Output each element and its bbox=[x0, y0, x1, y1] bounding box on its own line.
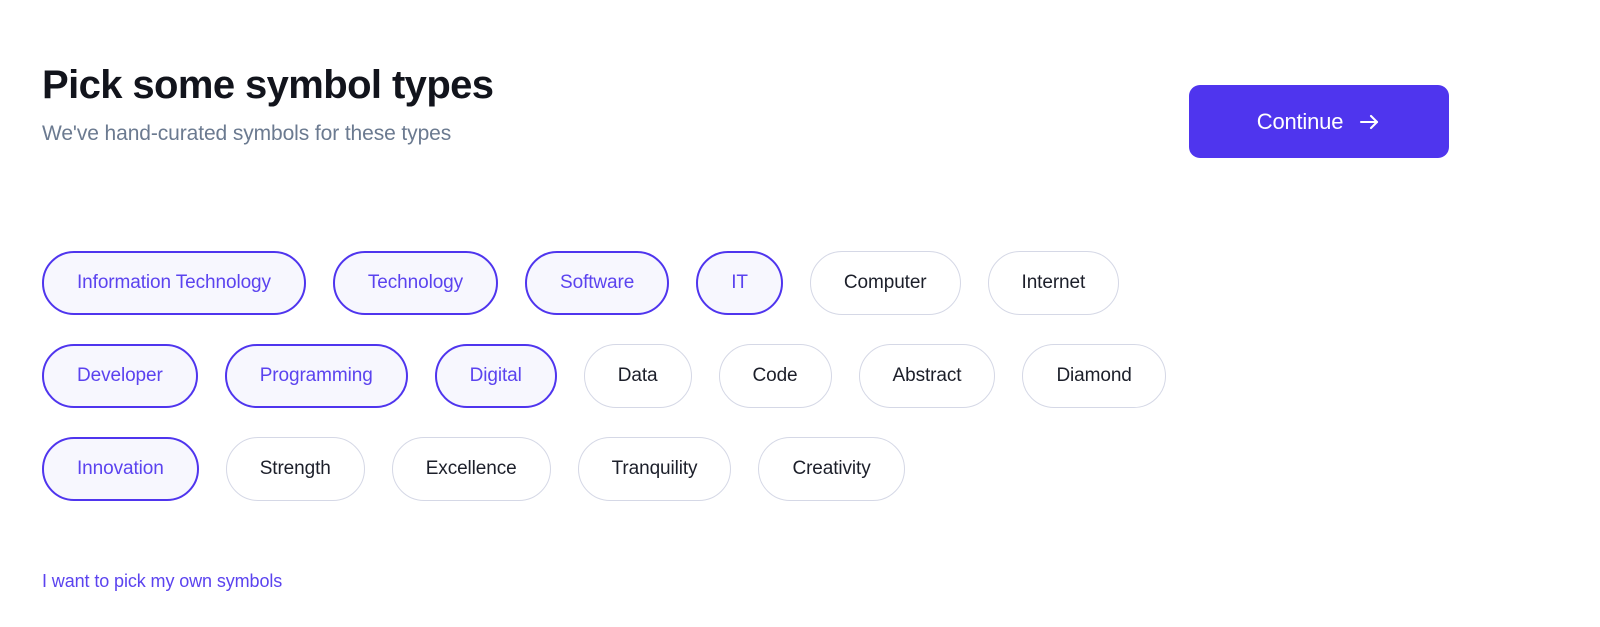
chip-row: Developer Programming Digital Data Code Abstr… bbox=[42, 344, 1562, 408]
chip-row: Information Technology Technology Software… bbox=[42, 251, 1562, 315]
symbol-type-chip[interactable]: Innovation bbox=[42, 437, 199, 501]
symbol-type-chip[interactable]: Programming bbox=[224, 344, 408, 408]
symbol-type-chip[interactable]: Internet bbox=[987, 251, 1120, 315]
continue-button-label: Continue bbox=[1256, 108, 1344, 134]
symbol-type-chip[interactable]: Digital bbox=[434, 344, 557, 408]
symbol-type-chip[interactable]: Excellence bbox=[391, 437, 551, 501]
symbol-type-chip[interactable]: Code bbox=[718, 344, 832, 408]
symbol-type-chip[interactable]: Information Technology bbox=[42, 251, 306, 315]
symbol-type-chip[interactable]: IT bbox=[696, 251, 783, 315]
continue-button[interactable]: Continue bbox=[1189, 85, 1449, 158]
symbol-type-chip[interactable]: Developer bbox=[42, 344, 198, 408]
pick-own-symbols-link[interactable]: I want to pick my own symbols bbox=[42, 571, 282, 592]
symbol-type-chip-list: Information Technology Technology Software… bbox=[42, 251, 1562, 501]
symbol-type-chip[interactable]: Diamond bbox=[1022, 344, 1166, 408]
symbol-type-chip[interactable]: Creativity bbox=[758, 437, 905, 501]
symbol-type-chip[interactable]: Strength bbox=[225, 437, 365, 501]
symbol-type-chip[interactable]: Software bbox=[525, 251, 670, 315]
symbol-type-chip[interactable]: Computer bbox=[809, 251, 961, 315]
symbol-type-chip[interactable]: Technology bbox=[332, 251, 499, 315]
symbol-type-chip[interactable]: Data bbox=[583, 344, 692, 408]
symbol-type-picker-page: Pick some symbol types We've hand-curate… bbox=[0, 0, 1600, 627]
arrow-right-icon bbox=[1357, 110, 1381, 134]
chip-row: Innovation Strength Excellence Tranquility C… bbox=[42, 437, 1562, 501]
symbol-type-chip[interactable]: Abstract bbox=[858, 344, 996, 408]
symbol-type-chip[interactable]: Tranquility bbox=[577, 437, 732, 501]
